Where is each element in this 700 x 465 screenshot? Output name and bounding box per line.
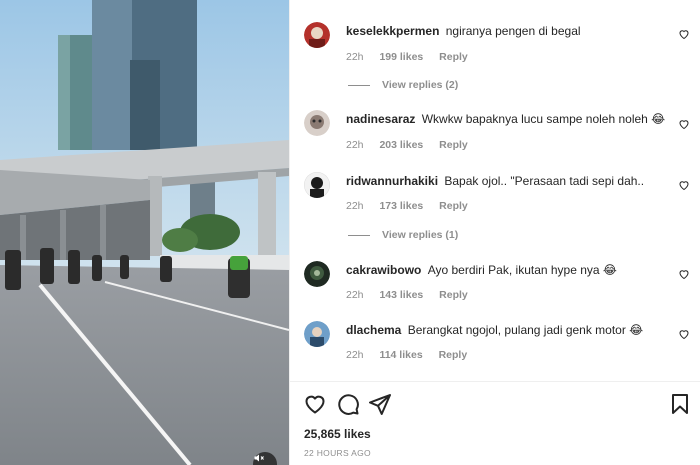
- comment-text: Berangkat ngojol, pulang jadi genk motor…: [407, 323, 644, 337]
- comment-username[interactable]: keselekkpermen: [346, 24, 439, 38]
- heart-icon[interactable]: [303, 392, 327, 416]
- reply-button[interactable]: Reply: [439, 139, 468, 151]
- view-replies-button[interactable]: View replies (2): [348, 79, 458, 91]
- avatar[interactable]: [304, 22, 330, 48]
- comment-text: Bapak ojol.. "Perasaan tadi sepi dah..: [444, 174, 645, 188]
- comment-text: Ayo berdiri Pak, ikutan hype nya 😂: [427, 263, 617, 277]
- share-icon[interactable]: [368, 392, 392, 416]
- comment-time: 22h: [346, 200, 364, 212]
- comment-time: 22h: [346, 289, 364, 301]
- post-video[interactable]: [0, 0, 289, 465]
- comment-time: 22h: [346, 139, 364, 151]
- video-frame-image: [0, 0, 289, 465]
- reply-button[interactable]: Reply: [439, 349, 468, 361]
- comment-likes[interactable]: 203 likes: [379, 139, 423, 151]
- heart-icon[interactable]: [678, 328, 690, 340]
- post-side-panel: keselekkpermen ngiranya pengen di begal …: [289, 0, 700, 465]
- heart-icon[interactable]: [678, 268, 690, 280]
- reply-button[interactable]: Reply: [439, 51, 468, 63]
- view-replies-line: [348, 234, 370, 236]
- avatar[interactable]: [304, 110, 330, 136]
- comment-username[interactable]: dlachema: [346, 323, 401, 337]
- comment-username[interactable]: nadinesaraz: [346, 112, 415, 126]
- comment-time: 22h: [346, 349, 364, 361]
- comment-text: ngiranya pengen di begal: [445, 24, 581, 38]
- heart-icon[interactable]: [678, 118, 690, 130]
- view-replies-label: View replies (2): [382, 79, 459, 91]
- view-replies-label: View replies (1): [382, 229, 459, 241]
- comment-likes[interactable]: 173 likes: [379, 200, 423, 212]
- comment-time: 22h: [346, 51, 364, 63]
- avatar[interactable]: [304, 261, 330, 287]
- avatar[interactable]: [304, 321, 330, 347]
- bookmark-icon[interactable]: [668, 392, 692, 416]
- reply-button[interactable]: Reply: [439, 200, 468, 212]
- view-replies-line: [348, 84, 370, 86]
- post-action-bar: [290, 390, 700, 418]
- comments-list: keselekkpermen ngiranya pengen di begal …: [290, 0, 700, 381]
- comment-username[interactable]: cakrawibowo: [346, 263, 421, 277]
- speaker-muted-icon: [254, 454, 264, 462]
- view-replies-button[interactable]: View replies (1): [348, 229, 458, 241]
- comment-likes[interactable]: 199 likes: [379, 51, 423, 63]
- heart-icon[interactable]: [678, 179, 690, 191]
- comment-text: Wkwkw bapaknya lucu sampe noleh noleh 😂: [421, 112, 666, 126]
- heart-icon[interactable]: [678, 28, 690, 40]
- comment-likes[interactable]: 114 likes: [379, 349, 422, 361]
- comment-username[interactable]: ridwannurhakiki: [346, 174, 438, 188]
- comment-likes[interactable]: 143 likes: [379, 289, 423, 301]
- section-divider: [290, 381, 700, 382]
- avatar[interactable]: [304, 172, 330, 198]
- post-time-ago: 22 HOURS AGO: [304, 448, 371, 458]
- comment-icon[interactable]: [336, 392, 360, 416]
- reply-button[interactable]: Reply: [439, 289, 468, 301]
- post-likes-count[interactable]: 25,865 likes: [304, 427, 371, 441]
